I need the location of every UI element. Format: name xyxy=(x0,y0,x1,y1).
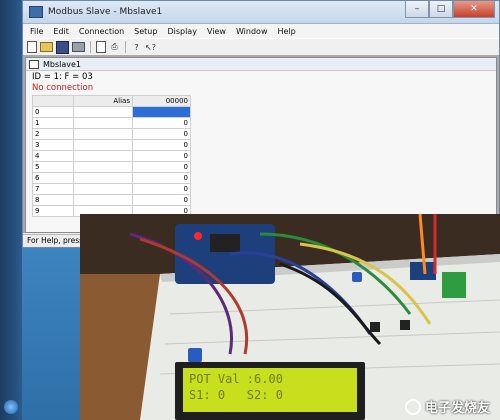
mdi-client-area: Mbslave1 ID = 1: F = 03 No connection Al… xyxy=(23,55,499,233)
lcd-display: POT Val :6.00 S1: 0 S2: 0 xyxy=(175,362,365,420)
alias-cell[interactable] xyxy=(73,161,133,173)
header-corner-cell xyxy=(32,95,74,107)
lcd-line-2: S1: 0 S2: 0 xyxy=(189,388,283,402)
menu-edit[interactable]: Edit xyxy=(48,27,74,36)
value-cell[interactable]: 0 xyxy=(132,194,191,206)
row-index: 0 xyxy=(32,106,74,118)
menu-display[interactable]: Display xyxy=(162,27,202,36)
watermark-text: 电子发烧友 xyxy=(424,401,490,416)
value-cell[interactable]: 0 xyxy=(132,117,191,129)
alias-cell[interactable] xyxy=(73,139,133,151)
title-bar[interactable]: Modbus Slave - Mbslave1 – □ ✕ xyxy=(23,1,499,24)
row-index: 5 xyxy=(32,161,74,173)
alias-cell[interactable] xyxy=(73,194,133,206)
value-cell[interactable]: 0 xyxy=(132,172,191,184)
id-function-line: ID = 1: F = 03 xyxy=(32,72,93,82)
table-row: 3 0 xyxy=(32,139,191,151)
alias-cell[interactable] xyxy=(73,183,133,195)
value-cell[interactable]: 0 xyxy=(132,128,191,140)
row-index: 7 xyxy=(32,183,74,195)
help-icon[interactable]: ? xyxy=(131,42,142,53)
watermark: 电子发烧友 xyxy=(404,397,490,416)
value-cell[interactable]: 0 xyxy=(132,139,191,151)
watermark-logo-icon xyxy=(404,398,421,415)
row-index: 4 xyxy=(32,150,74,162)
lcd-screen: POT Val :6.00 S1: 0 S2: 0 xyxy=(183,368,357,412)
mbslave1-child-window: Mbslave1 ID = 1: F = 03 No connection Al… xyxy=(25,57,497,233)
value-cell[interactable]: 0 xyxy=(132,150,191,162)
modbus-slave-window: Modbus Slave - Mbslave1 – □ ✕ File Edit … xyxy=(22,0,500,248)
menu-setup[interactable]: Setup xyxy=(129,27,162,36)
context-help-icon[interactable]: ↖? xyxy=(145,42,156,53)
open-folder-icon[interactable] xyxy=(40,42,53,52)
connection-status: No connection xyxy=(32,83,94,93)
row-index: 2 xyxy=(32,128,74,140)
app-icon xyxy=(29,6,43,18)
menu-window[interactable]: Window xyxy=(231,27,273,36)
maximize-button[interactable]: □ xyxy=(429,1,453,18)
table-row: 6 0 xyxy=(32,172,191,184)
menu-connection[interactable]: Connection xyxy=(74,27,129,36)
table-row: 4 0 xyxy=(32,150,191,162)
start-button[interactable] xyxy=(4,400,18,414)
toolbar-separator xyxy=(90,41,91,53)
slave-info: ID = 1: F = 03 No connection xyxy=(26,71,496,95)
new-doc-icon[interactable] xyxy=(27,41,37,53)
value-cell[interactable] xyxy=(132,106,191,118)
print-icon[interactable] xyxy=(72,42,85,52)
child-title: Mbslave1 xyxy=(43,59,82,69)
table-row: 5 0 xyxy=(32,161,191,173)
alias-cell[interactable] xyxy=(73,117,133,129)
row-index: 6 xyxy=(32,172,74,184)
alias-cell[interactable] xyxy=(73,128,133,140)
table-row: 1 0 xyxy=(32,117,191,129)
value-cell[interactable]: 0 xyxy=(132,161,191,173)
taskbar xyxy=(0,0,22,420)
row-index: 8 xyxy=(32,194,74,206)
alias-cell[interactable] xyxy=(73,172,133,184)
toolbar: ⎙ ? ↖? xyxy=(23,38,499,56)
hardware-photo: POT Val :6.00 S1: 0 S2: 0 电子发烧友 xyxy=(80,214,500,420)
menu-help[interactable]: Help xyxy=(272,27,300,36)
minimize-button[interactable]: – xyxy=(405,1,429,18)
window-icon[interactable] xyxy=(96,41,106,53)
toolbar-separator xyxy=(125,41,126,53)
table-row: 7 0 xyxy=(32,183,191,195)
menu-view[interactable]: View xyxy=(202,27,231,36)
table-row: 8 0 xyxy=(32,194,191,206)
alias-cell[interactable] xyxy=(73,106,133,118)
close-button[interactable]: ✕ xyxy=(453,1,495,18)
table-row: 2 0 xyxy=(32,128,191,140)
value-cell[interactable]: 0 xyxy=(132,183,191,195)
alias-cell[interactable] xyxy=(73,150,133,162)
document-icon xyxy=(29,59,39,69)
table-row: 0 xyxy=(32,106,191,118)
row-index: 9 xyxy=(32,205,74,217)
child-title-bar[interactable]: Mbslave1 xyxy=(26,58,496,71)
menu-bar: File Edit Connection Setup Display View … xyxy=(23,24,499,38)
lcd-line-1: POT Val :6.00 xyxy=(189,372,283,386)
printer-icon[interactable]: ⎙ xyxy=(109,42,120,53)
register-table: Alias 00000 0 1 0 2 0 3 0 4 0 5 0 6 0 7 … xyxy=(32,95,191,217)
save-disk-icon[interactable] xyxy=(56,40,69,54)
address-column-header[interactable]: 00000 xyxy=(132,95,191,107)
row-index: 3 xyxy=(32,139,74,151)
table-header-row: Alias 00000 xyxy=(32,95,191,107)
row-index: 1 xyxy=(32,117,74,129)
menu-file[interactable]: File xyxy=(25,27,48,36)
window-title: Modbus Slave - Mbslave1 xyxy=(48,7,163,17)
alias-column-header[interactable]: Alias xyxy=(73,95,133,107)
